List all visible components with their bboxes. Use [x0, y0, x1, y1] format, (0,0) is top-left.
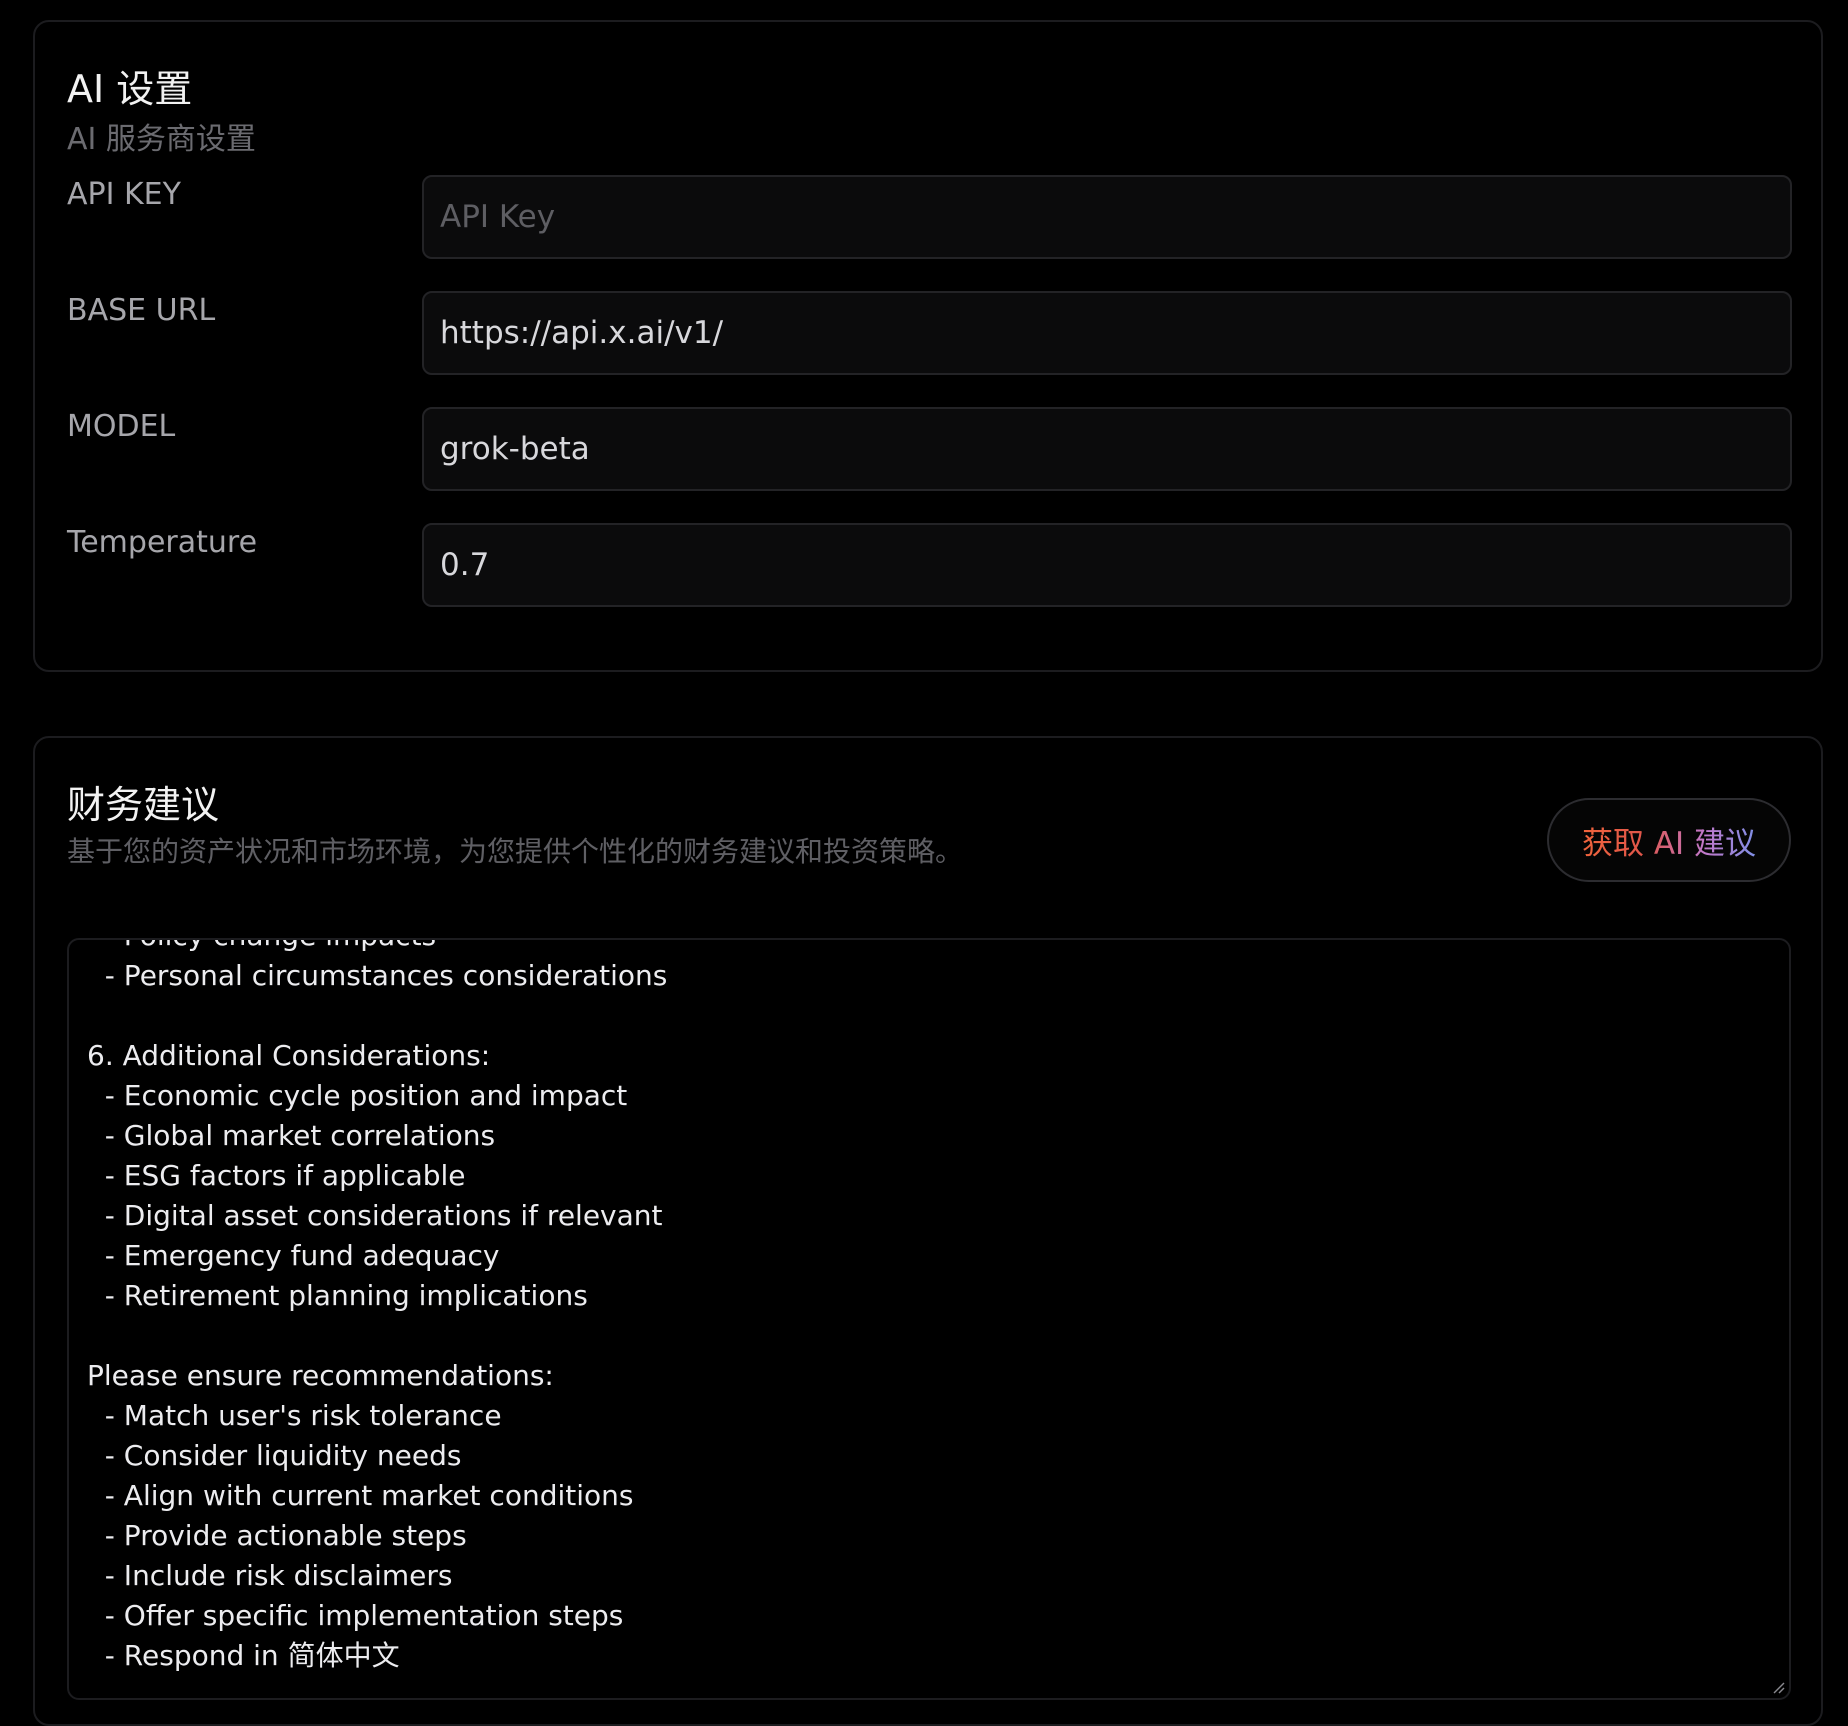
advice-line: - Global market correlations — [87, 1119, 496, 1152]
advice-line: - Align with current market conditions — [87, 1479, 634, 1512]
temperature-input[interactable] — [422, 523, 1792, 607]
ai-settings-title: AI 设置 — [67, 67, 193, 111]
api-key-input[interactable] — [422, 175, 1792, 259]
advice-line: Please ensure recommendations: — [87, 1359, 554, 1392]
get-ai-advice-button[interactable]: 获取 AI 建议 — [1547, 798, 1791, 882]
advice-line — [87, 1316, 1771, 1356]
advice-line: 6. Additional Considerations: — [87, 1039, 491, 1072]
advice-line: - Match user's risk tolerance — [87, 1399, 502, 1432]
ai-settings-card: AI 设置 AI 服务商设置 API KEY BASE URL MODEL Te… — [33, 20, 1823, 672]
model-label: MODEL — [67, 409, 176, 444]
base-url-input[interactable] — [422, 291, 1792, 375]
financial-advice-subtitle: 基于您的资产状况和市场环境，为您提供个性化的财务建议和投资策略。 — [67, 835, 964, 868]
api-key-label: API KEY — [67, 177, 181, 212]
advice-line: - Digital asset considerations if releva… — [87, 1199, 663, 1232]
advice-line: - Offer specific implementation steps — [87, 1599, 624, 1632]
advice-line: - Retirement planning implications — [87, 1279, 588, 1312]
advice-text: - Policy change impacts - Personal circu… — [87, 940, 1771, 1676]
advice-line: - ESG factors if applicable — [87, 1159, 466, 1192]
model-input[interactable] — [422, 407, 1792, 491]
advice-line: - Emergency fund adequacy — [87, 1239, 500, 1272]
base-url-label: BASE URL — [67, 293, 216, 328]
advice-line: - Respond in 简体中文 — [87, 1639, 400, 1672]
advice-line: - Consider liquidity needs — [87, 1439, 462, 1472]
advice-line: - Personal circumstances considerations — [87, 959, 668, 992]
resize-handle-icon[interactable] — [1771, 1680, 1785, 1694]
financial-advice-card: 财务建议 基于您的资产状况和市场环境，为您提供个性化的财务建议和投资策略。 获取… — [33, 736, 1823, 1726]
advice-textarea[interactable]: - Policy change impacts - Personal circu… — [67, 938, 1791, 1700]
advice-line: - Provide actionable steps — [87, 1519, 467, 1552]
temperature-label: Temperature — [67, 525, 258, 560]
advice-line: - Include risk disclaimers — [87, 1559, 453, 1592]
advice-line: - Economic cycle position and impact — [87, 1079, 628, 1112]
ai-settings-subtitle: AI 服务商设置 — [67, 122, 256, 157]
financial-advice-title: 财务建议 — [67, 783, 220, 827]
advice-line: - Policy change impacts — [87, 940, 1771, 956]
advice-line — [87, 996, 1771, 1036]
get-ai-advice-label: 获取 AI 建议 — [1582, 818, 1756, 863]
